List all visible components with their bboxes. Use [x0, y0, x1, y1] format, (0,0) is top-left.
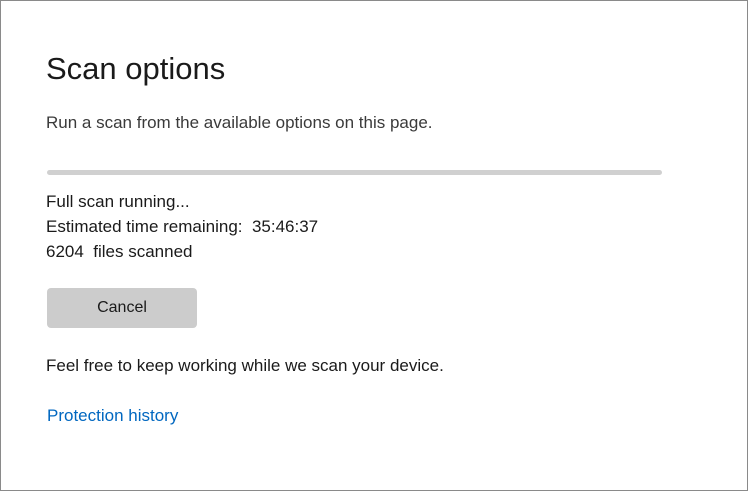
scan-status-text: Full scan running...	[46, 192, 190, 211]
scan-progress-bar	[47, 170, 662, 175]
protection-history-link[interactable]: Protection history	[47, 406, 178, 426]
info-text: Feel free to keep working while we scan …	[46, 356, 444, 375]
scan-options-panel: Scan options Run a scan from the availab…	[0, 0, 748, 491]
files-scanned-text: 6204 files scanned	[46, 242, 193, 261]
page-title: Scan options	[46, 51, 226, 86]
page-subtitle: Run a scan from the available options on…	[46, 113, 433, 132]
time-remaining-text: Estimated time remaining: 35:46:37	[46, 217, 319, 236]
cancel-button[interactable]: Cancel	[47, 288, 197, 328]
